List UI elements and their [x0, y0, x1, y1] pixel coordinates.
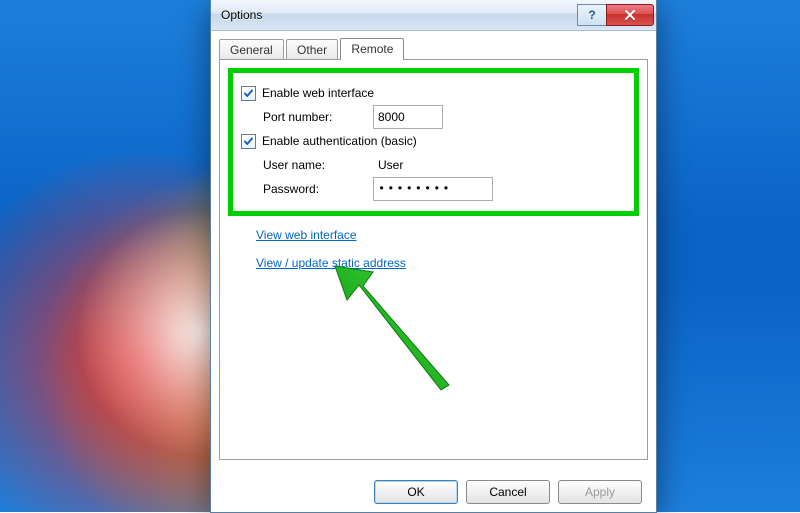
close-icon: [624, 9, 636, 21]
password-input[interactable]: [373, 177, 493, 201]
tab-general[interactable]: General: [219, 39, 284, 60]
apply-button[interactable]: Apply: [558, 480, 642, 504]
label-password: Password:: [263, 182, 373, 196]
highlight-box: Enable web interface Port number: Enable…: [228, 68, 639, 216]
button-bar: OK Cancel Apply: [211, 480, 656, 504]
window-title: Options: [221, 8, 262, 22]
port-input[interactable]: [373, 105, 443, 129]
help-button[interactable]: ?: [577, 4, 606, 26]
close-button[interactable]: [606, 4, 654, 26]
tabpage-remote: Enable web interface Port number: Enable…: [219, 59, 648, 460]
cancel-button[interactable]: Cancel: [466, 480, 550, 504]
label-port: Port number:: [263, 110, 373, 124]
row-password: Password:: [241, 177, 626, 201]
row-username: User name:: [241, 153, 626, 177]
ok-button[interactable]: OK: [374, 480, 458, 504]
checkbox-enable-auth[interactable]: [241, 134, 256, 149]
client-area: General Other Remote Enable web interfac…: [219, 38, 648, 460]
tab-other[interactable]: Other: [286, 39, 338, 60]
help-icon: ?: [588, 8, 595, 22]
tab-remote[interactable]: Remote: [340, 38, 404, 60]
label-enable-auth: Enable authentication (basic): [262, 134, 417, 148]
label-username: User name:: [263, 158, 373, 172]
links-area: View web interface View / update static …: [234, 228, 633, 270]
row-enable-web: Enable web interface: [241, 81, 626, 105]
tabstrip: General Other Remote: [219, 38, 648, 60]
checkbox-enable-web[interactable]: [241, 86, 256, 101]
row-enable-auth: Enable authentication (basic): [241, 129, 626, 153]
titlebar[interactable]: Options ?: [211, 0, 656, 31]
link-static-address[interactable]: View / update static address: [256, 256, 406, 270]
link-view-web[interactable]: View web interface: [256, 228, 357, 242]
check-icon: [243, 136, 254, 147]
options-dialog: Options ? General Other Remote Enable we…: [210, 0, 657, 513]
check-icon: [243, 88, 254, 99]
username-input[interactable]: [373, 153, 493, 177]
label-enable-web: Enable web interface: [262, 86, 374, 100]
row-port: Port number:: [241, 105, 626, 129]
